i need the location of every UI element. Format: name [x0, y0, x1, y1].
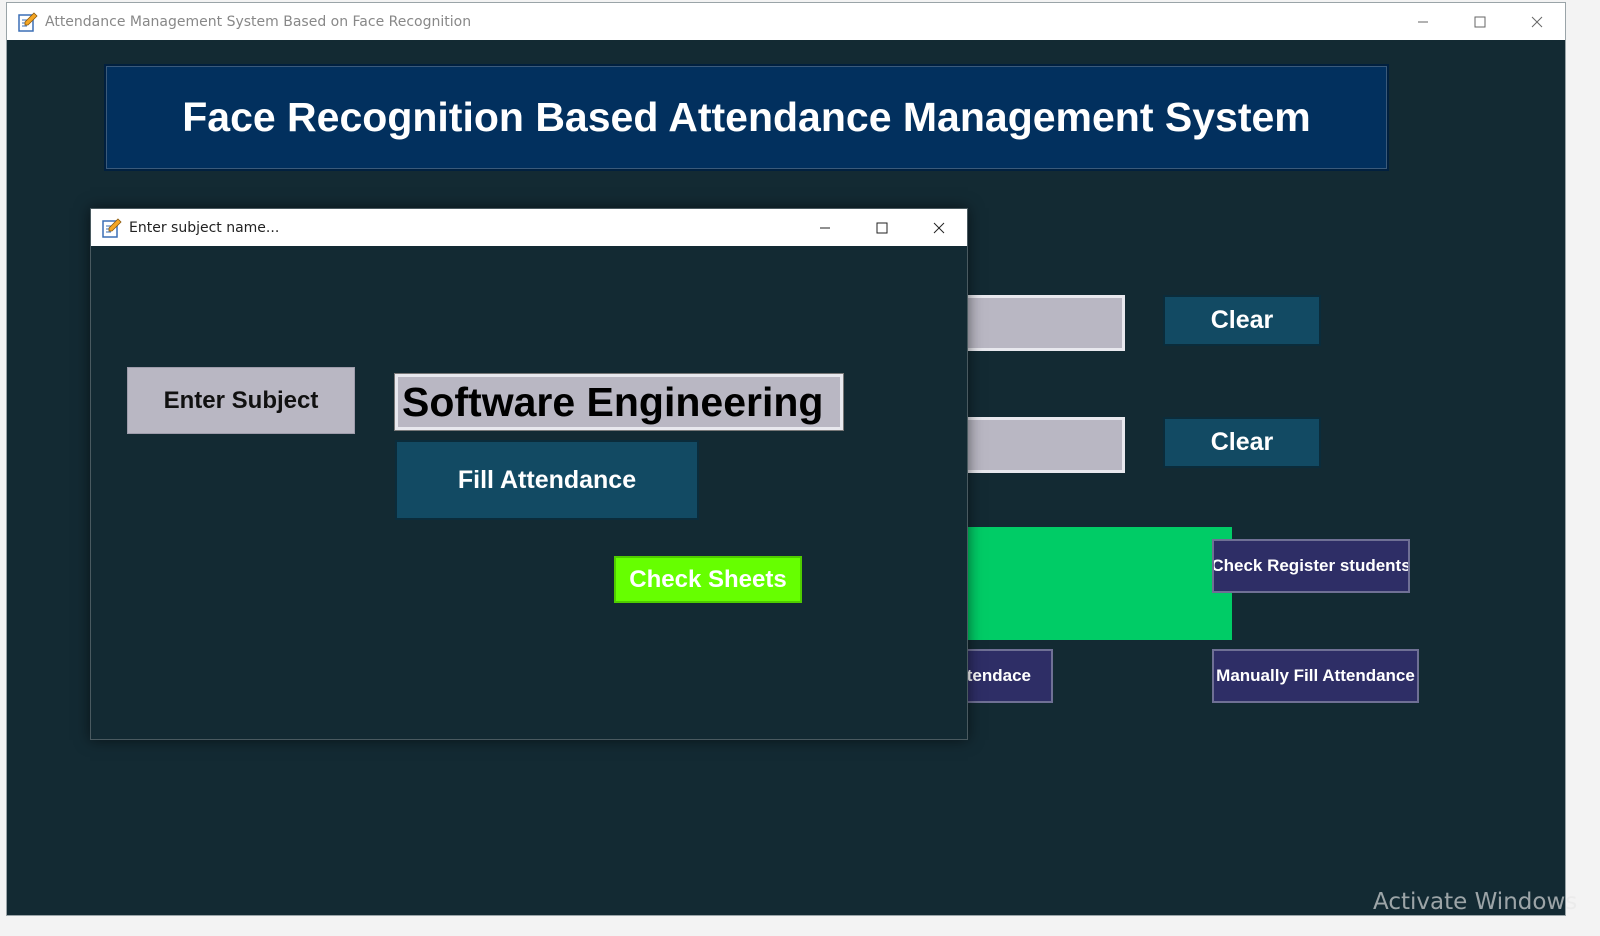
notepad-pencil-icon	[101, 217, 123, 239]
activate-windows-watermark: Activate Windows	[1373, 889, 1578, 915]
main-window-title: Attendance Management System Based on Fa…	[45, 13, 472, 30]
fill-attendance-button[interactable]: Fill Attendance	[395, 440, 699, 520]
dialog-titlebar[interactable]: Enter subject name...	[91, 209, 967, 246]
minimize-icon[interactable]	[1394, 3, 1451, 40]
close-icon[interactable]	[910, 209, 967, 246]
maximize-icon[interactable]	[1451, 3, 1508, 40]
manually-fill-attendance-button[interactable]: Manually Fill Attendance	[1212, 649, 1419, 703]
header-banner: Face Recognition Based Attendance Manage…	[104, 64, 1389, 171]
automatic-attendance-label: tendace	[966, 666, 1031, 685]
clear-button-1[interactable]: Clear	[1163, 295, 1321, 346]
check-register-students-button[interactable]: Check Register students	[1212, 539, 1410, 593]
notepad-pencil-icon	[17, 11, 39, 33]
dialog-title: Enter subject name...	[129, 219, 280, 236]
maximize-icon[interactable]	[853, 209, 910, 246]
clear-button-2[interactable]: Clear	[1163, 417, 1321, 468]
subject-dialog: Enter subject name... Enter Subject Soft…	[90, 208, 968, 740]
check-sheets-button[interactable]: Check Sheets	[614, 556, 802, 603]
desktop: Attendance Management System Based on Fa…	[0, 0, 1600, 936]
subject-input[interactable]: Software Engineering	[394, 373, 844, 431]
header-title: Face Recognition Based Attendance Manage…	[182, 94, 1311, 140]
close-icon[interactable]	[1508, 3, 1565, 40]
main-titlebar[interactable]: Attendance Management System Based on Fa…	[7, 3, 1565, 40]
dialog-controls	[796, 209, 967, 246]
minimize-icon[interactable]	[796, 209, 853, 246]
main-window-controls	[1394, 3, 1565, 40]
enter-subject-label: Enter Subject	[127, 367, 355, 434]
